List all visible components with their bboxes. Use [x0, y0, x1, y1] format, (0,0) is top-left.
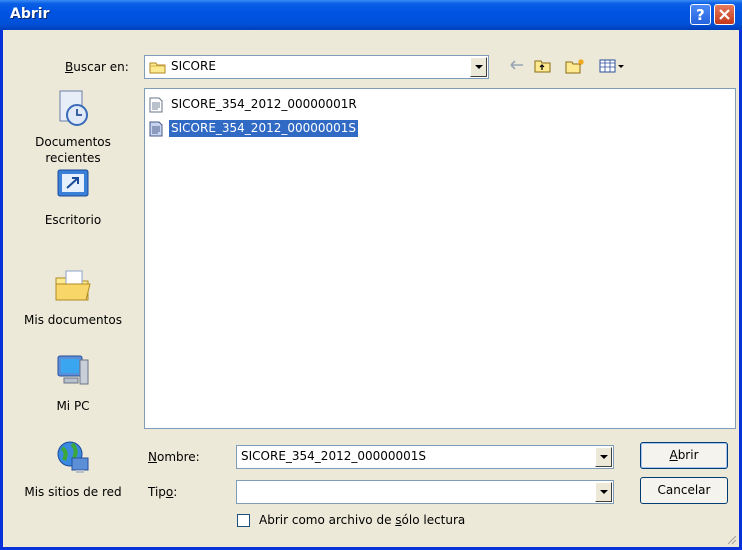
places-bar: Documentos recientes Escritorio Mis docu…	[10, 84, 136, 514]
file-name: SICORE_354_2012_00000001S	[167, 119, 360, 138]
new-folder-icon[interactable]	[565, 58, 585, 74]
place-network[interactable]: Mis sitios de red	[10, 438, 136, 500]
look-in-dropdown-button[interactable]	[470, 57, 487, 77]
filename-value: SICORE_354_2012_00000001S	[241, 449, 427, 463]
my-documents-icon	[55, 270, 91, 301]
look-in-label: Buscar en:	[65, 60, 129, 74]
chevron-down-icon	[600, 490, 608, 494]
chevron-down-icon	[475, 65, 483, 69]
close-icon	[719, 9, 730, 20]
filetype-combo[interactable]	[236, 480, 614, 504]
place-label: Mi PC	[56, 399, 90, 413]
chevron-down-icon	[600, 455, 608, 459]
readonly-label[interactable]: Abrir como archivo de sólo lectura	[259, 513, 465, 527]
filetype-label: Tipo:	[148, 485, 178, 499]
svg-text:?: ?	[696, 6, 705, 24]
text-file-icon	[149, 97, 163, 113]
resize-grip-icon[interactable]	[725, 533, 737, 545]
open-dialog: Abrir ? Buscar en: SICORE Documentos rec…	[0, 0, 742, 550]
filename-dropdown-button[interactable]	[595, 447, 612, 467]
place-my-computer[interactable]: Mi PC	[10, 352, 136, 414]
place-desktop[interactable]: Escritorio	[10, 166, 136, 228]
readonly-checkbox[interactable]	[237, 514, 250, 527]
help-button[interactable]: ?	[690, 4, 711, 25]
place-my-documents[interactable]: Mis documentos	[10, 266, 136, 328]
filetype-dropdown-button[interactable]	[595, 482, 612, 502]
open-button[interactable]: Abrir	[640, 442, 728, 469]
cancel-button[interactable]: Cancelar	[640, 477, 728, 504]
place-label: Documentos recientes	[35, 135, 111, 165]
file-name: SICORE_354_2012_00000001R	[171, 97, 357, 111]
up-folder-icon[interactable]	[534, 58, 552, 74]
filename-combo[interactable]: SICORE_354_2012_00000001S	[236, 445, 614, 469]
network-places-icon	[57, 441, 89, 473]
place-label: Escritorio	[44, 213, 102, 227]
place-label: Mis documentos	[24, 313, 122, 327]
title-bar[interactable]: Abrir ?	[0, 0, 742, 30]
look-in-combo[interactable]: SICORE	[144, 55, 489, 79]
file-list[interactable]: SICORE_354_2012_00000001R SICORE_354_201…	[144, 88, 736, 429]
recent-documents-icon	[59, 90, 88, 126]
my-computer-icon	[57, 355, 89, 385]
close-button[interactable]	[714, 4, 735, 25]
folder-icon	[149, 62, 166, 74]
window-title: Abrir	[10, 6, 50, 22]
desktop-icon	[57, 169, 89, 197]
place-recent-documents[interactable]: Documentos recientes	[10, 88, 136, 166]
back-arrow-icon[interactable]	[510, 58, 524, 72]
place-label: Mis sitios de red	[24, 485, 122, 499]
help-icon: ?	[696, 6, 705, 24]
filename-label: Nombre:	[148, 450, 200, 464]
views-menu-icon[interactable]	[599, 58, 627, 74]
look-in-value: SICORE	[171, 59, 216, 73]
text-file-icon	[149, 121, 163, 137]
